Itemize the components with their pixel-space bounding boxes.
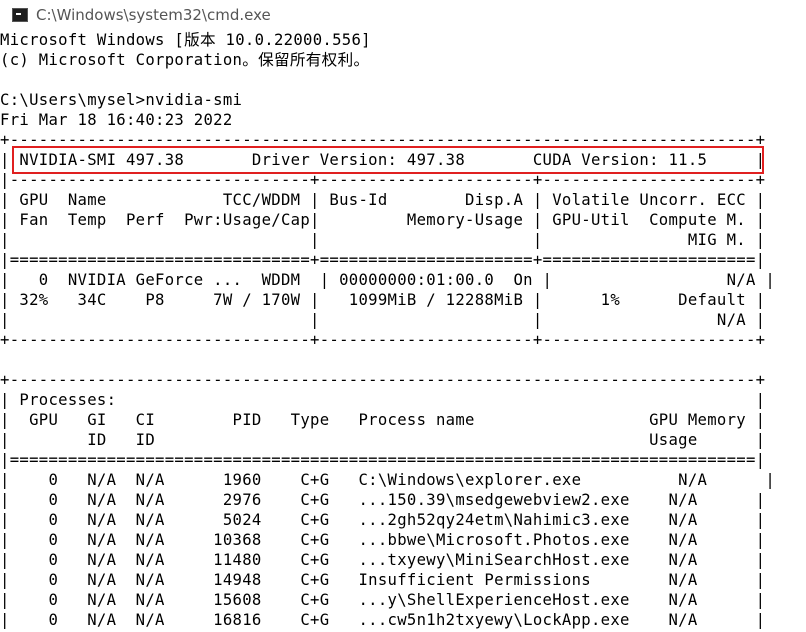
process-row: | 0 N/A N/A 5024 C+G ...2gh52qy24etm\Nah… — [0, 511, 766, 529]
console-output[interactable]: Microsoft Windows [版本 10.0.22000.556] (c… — [0, 30, 806, 632]
cmd-icon — [12, 8, 28, 22]
console-line: | GPU GI CI PID Type Process name GPU Me… — [0, 411, 766, 429]
console-line: | | | MIG M. | — [0, 231, 766, 249]
console-line: | Processes: | — [0, 391, 766, 409]
process-row: | 0 N/A N/A 1960 C+G C:\Windows\explorer… — [0, 471, 776, 489]
console-line: | GPU Name TCC/WDDM | Bus-Id Disp.A | Vo… — [0, 191, 766, 209]
console-line: | Fan Temp Perf Pwr:Usage/Cap| Memory-Us… — [0, 211, 766, 229]
console-line: | 0 NVIDIA GeForce ... WDDM | 00000000:0… — [0, 271, 776, 289]
process-row: | 0 N/A N/A 2976 C+G ...150.39\msedgeweb… — [0, 491, 766, 509]
console-line: +-------------------------------+-------… — [0, 331, 766, 349]
process-row: | 0 N/A N/A 15608 C+G ...y\ShellExperien… — [0, 591, 766, 609]
console-line: | ID ID Usage | — [0, 431, 766, 449]
console-line: | | | N/A | — [0, 311, 766, 329]
window-title: C:\Windows\system32\cmd.exe — [36, 6, 271, 24]
process-row: | 0 N/A N/A 11480 C+G ...txyewy\MiniSear… — [0, 551, 766, 569]
version-highlight-box — [12, 146, 764, 174]
process-row: | 0 N/A N/A 10368 C+G ...bbwe\Microsoft.… — [0, 531, 766, 549]
console-line: |===============================+=======… — [0, 251, 766, 269]
title-bar[interactable]: C:\Windows\system32\cmd.exe — [0, 0, 806, 30]
console-line: |=======================================… — [0, 451, 766, 469]
console-line: +---------------------------------------… — [0, 371, 766, 389]
console-line: | 32% 34C P8 7W / 170W | 1099MiB / 12288… — [0, 291, 766, 309]
process-row: | 0 N/A N/A 16816 C+G ...cw5n1h2txyewy\L… — [0, 611, 766, 629]
process-row: | 0 N/A N/A 14948 C+G Insufficient Permi… — [0, 571, 766, 589]
console-line: (c) Microsoft Corporation。保留所有权利。 — [0, 51, 370, 69]
console-line: C:\Users\mysel>nvidia-smi — [0, 91, 243, 109]
console-line: Fri Mar 18 16:40:23 2022 — [0, 111, 233, 129]
console-line: Microsoft Windows [版本 10.0.22000.556] — [0, 31, 371, 49]
